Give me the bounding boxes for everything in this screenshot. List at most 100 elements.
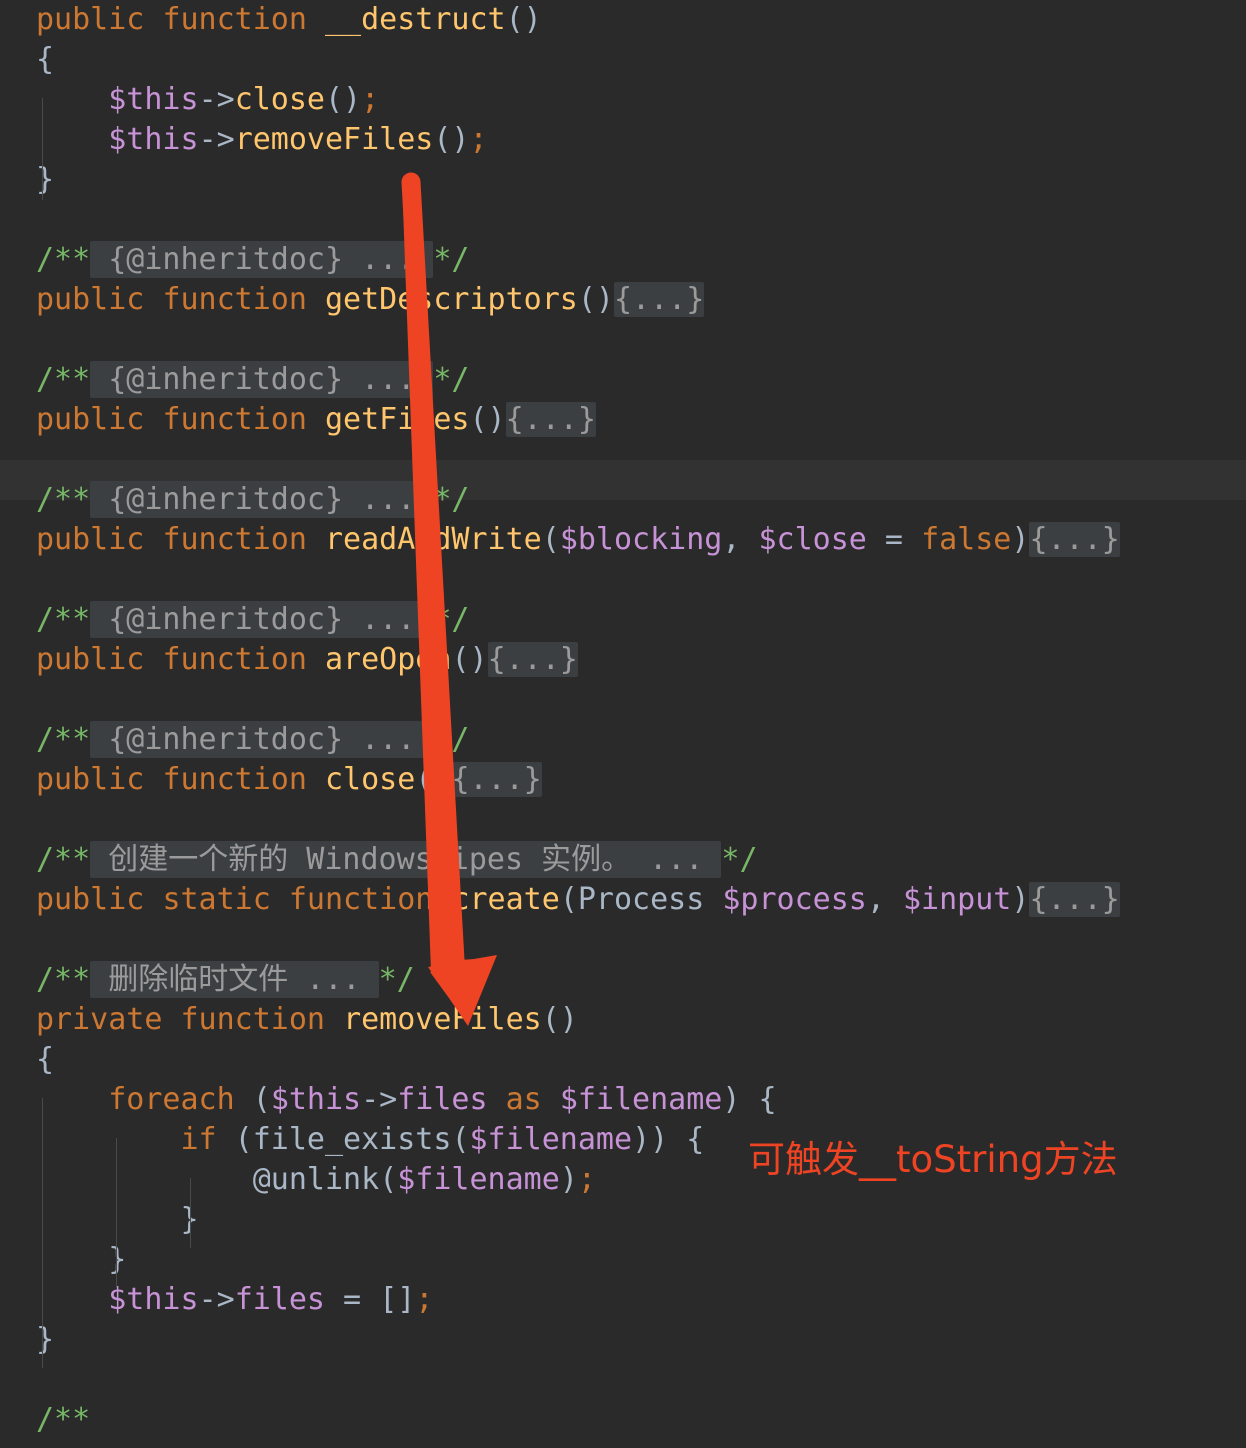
code-token: $filename <box>469 1122 633 1157</box>
annotation-note-text: 可触发__toString方法 <box>748 1138 1118 1181</box>
code-token: ( <box>234 1082 271 1117</box>
code-token: ; <box>577 1162 596 1197</box>
code-line[interactable]: public function close(){...} <box>0 760 1246 800</box>
code-line-current[interactable] <box>0 440 1246 480</box>
code-token: /** <box>36 1402 91 1437</box>
code-token: ; <box>361 82 380 117</box>
code-line[interactable]: public function __destruct() <box>0 0 1246 40</box>
code-line[interactable] <box>0 800 1246 840</box>
code-token: {@inheritdoc} ... <box>90 241 434 278</box>
code-line[interactable]: /** {@inheritdoc} ... */ <box>0 360 1246 400</box>
code-line[interactable]: /** {@inheritdoc} ... */ <box>0 480 1246 520</box>
code-token: { <box>36 42 55 77</box>
code-token: () <box>325 82 362 117</box>
code-token: $blocking <box>559 522 723 557</box>
code-line[interactable]: $this->close(); <box>0 80 1246 120</box>
source-code-text[interactable]: public function __destruct(){ $this->clo… <box>0 0 1246 1440</box>
code-line[interactable]: /** {@inheritdoc} ... */ <box>0 240 1246 280</box>
code-line[interactable]: /** {@inheritdoc} ... */ <box>0 720 1246 760</box>
code-line[interactable]: private function removeFiles() <box>0 1000 1246 1040</box>
code-token: = <box>325 1282 380 1317</box>
code-token: () <box>451 642 488 677</box>
code-line[interactable] <box>0 320 1246 360</box>
code-token: -> <box>198 82 235 117</box>
code-token: */ <box>378 962 415 997</box>
code-line[interactable] <box>0 1360 1246 1400</box>
code-token: ) <box>1011 882 1030 917</box>
code-token: as <box>505 1082 542 1117</box>
code-token: */ <box>433 242 470 277</box>
code-token: public <box>36 882 145 917</box>
code-token: {...} <box>487 642 578 677</box>
code-token: $this <box>270 1082 362 1117</box>
code-line[interactable]: /** 删除临时文件 ... */ <box>0 960 1246 1000</box>
code-token: function <box>162 642 307 677</box>
code-token: {...} <box>614 282 705 317</box>
code-line[interactable]: foreach ($this->files as $filename) { <box>0 1080 1246 1120</box>
code-token: () <box>505 2 542 37</box>
code-line[interactable] <box>0 920 1246 960</box>
code-token: $close <box>758 522 867 557</box>
code-token: () <box>541 1002 578 1037</box>
code-line[interactable]: /** <box>0 1400 1246 1440</box>
code-token: static <box>162 882 271 917</box>
code-token: files <box>234 1282 325 1317</box>
code-line[interactable]: { <box>0 1040 1246 1080</box>
code-token: ( <box>541 522 560 557</box>
code-line[interactable] <box>0 200 1246 240</box>
code-token: public <box>36 402 145 437</box>
code-token: ; <box>469 122 488 157</box>
code-token: Process <box>577 882 705 917</box>
code-line[interactable]: public function areOpen(){...} <box>0 640 1246 680</box>
code-token: {...} <box>1029 882 1120 917</box>
code-token: function <box>180 1002 326 1037</box>
code-line[interactable]: public static function create(Process $p… <box>0 880 1246 920</box>
code-token: */ <box>433 602 470 637</box>
code-token: } <box>36 1322 55 1357</box>
code-line[interactable]: /** 创建一个新的 WindowsPipes 实例。 ... */ <box>0 840 1246 880</box>
code-token: function <box>162 402 307 437</box>
code-line[interactable]: } <box>0 1320 1246 1360</box>
code-token: () <box>469 402 506 437</box>
code-line[interactable]: public function getDescriptors(){...} <box>0 280 1246 320</box>
code-token: /** <box>36 722 91 757</box>
code-line[interactable]: /** {@inheritdoc} ... */ <box>0 600 1246 640</box>
code-token: } <box>36 162 55 197</box>
code-line[interactable]: } <box>0 160 1246 200</box>
code-line[interactable]: public function readAndWrite($blocking, … <box>0 520 1246 560</box>
code-token: , <box>866 882 903 917</box>
code-line[interactable]: } <box>0 1200 1246 1240</box>
code-editor-viewport[interactable]: public function __destruct(){ $this->clo… <box>0 0 1246 1448</box>
code-token: ( <box>216 1122 253 1157</box>
code-line[interactable]: $this->removeFiles(); <box>0 120 1246 160</box>
code-token: areOpen <box>325 642 452 677</box>
code-token: = <box>866 522 922 557</box>
code-token: ( <box>451 1122 470 1157</box>
code-token: public <box>36 2 145 37</box>
code-line[interactable]: { <box>0 40 1246 80</box>
indent-guide <box>116 1138 117 1288</box>
code-line[interactable]: $this->files = []; <box>0 1280 1246 1320</box>
code-token: } <box>108 1242 127 1277</box>
code-line[interactable]: public function getFiles(){...} <box>0 400 1246 440</box>
code-token: public <box>36 522 145 557</box>
code-line[interactable]: } <box>0 1240 1246 1280</box>
code-token: */ <box>433 482 470 517</box>
code-token: -> <box>198 122 235 157</box>
code-line[interactable] <box>0 560 1246 600</box>
code-line[interactable] <box>0 680 1246 720</box>
code-token: () <box>415 762 452 797</box>
code-token: /** <box>36 602 91 637</box>
code-token: $filename <box>397 1162 560 1197</box>
code-token: [] <box>379 1282 416 1317</box>
